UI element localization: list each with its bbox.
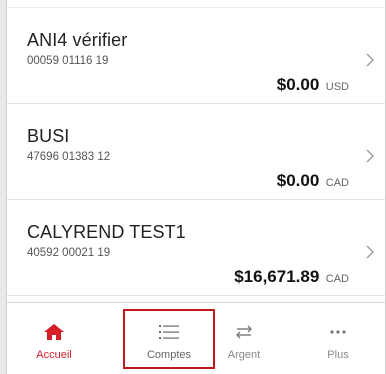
nav-item-argent[interactable]: Argent: [197, 309, 291, 369]
top-divider: [7, 0, 385, 8]
transfer-arrows-icon: [236, 325, 252, 339]
account-number: 40592 00021 19: [27, 247, 111, 259]
chevron-right-icon: [366, 245, 374, 259]
chevron-right-icon: [366, 149, 374, 163]
list-icon: [159, 325, 179, 339]
chevron-right-icon: [366, 53, 374, 67]
account-balance: $0.00 USD: [277, 75, 349, 95]
account-balance: $0.00 CAD: [277, 171, 349, 191]
account-row[interactable]: BUSI 47696 01383 12 $0.00 CAD: [7, 104, 385, 200]
balance-currency: USD: [325, 81, 349, 93]
balance-currency: CAD: [325, 177, 349, 189]
account-row[interactable]: ANI4 vérifier 00059 01116 19 $0.00 USD: [7, 8, 385, 104]
app-screen: ANI4 vérifier 00059 01116 19 $0.00 USD B…: [0, 0, 386, 374]
balance-amount: $0.00: [276, 171, 320, 190]
account-balance: $16,671.89 CAD: [234, 267, 349, 287]
phone-frame: ANI4 vérifier 00059 01116 19 $0.00 USD B…: [6, 0, 386, 374]
nav-item-plus[interactable]: Plus: [291, 309, 385, 369]
home-icon: [44, 324, 64, 340]
account-number: 47696 01383 12: [27, 151, 111, 163]
account-name: CALYREND TEST1: [27, 222, 186, 242]
account-row[interactable]: CALYREND TEST1 40592 00021 19 $16,671.89…: [7, 200, 385, 296]
nav-label: Argent: [227, 349, 261, 361]
bottom-navigation: Accueil Comptes Argent Plus: [7, 302, 385, 374]
balance-amount: $0.00: [276, 75, 320, 94]
nav-label: Plus: [327, 349, 349, 361]
account-name: BUSI: [27, 126, 70, 146]
account-number: 00059 01116 19: [27, 55, 109, 67]
account-name: ANI4 vérifier: [27, 30, 128, 50]
nav-label: Accueil: [36, 349, 72, 361]
nav-item-accueil[interactable]: Accueil: [7, 309, 101, 369]
more-dots-icon: [330, 330, 346, 334]
balance-amount: $16,671.89: [234, 267, 320, 286]
balance-currency: CAD: [325, 273, 349, 285]
